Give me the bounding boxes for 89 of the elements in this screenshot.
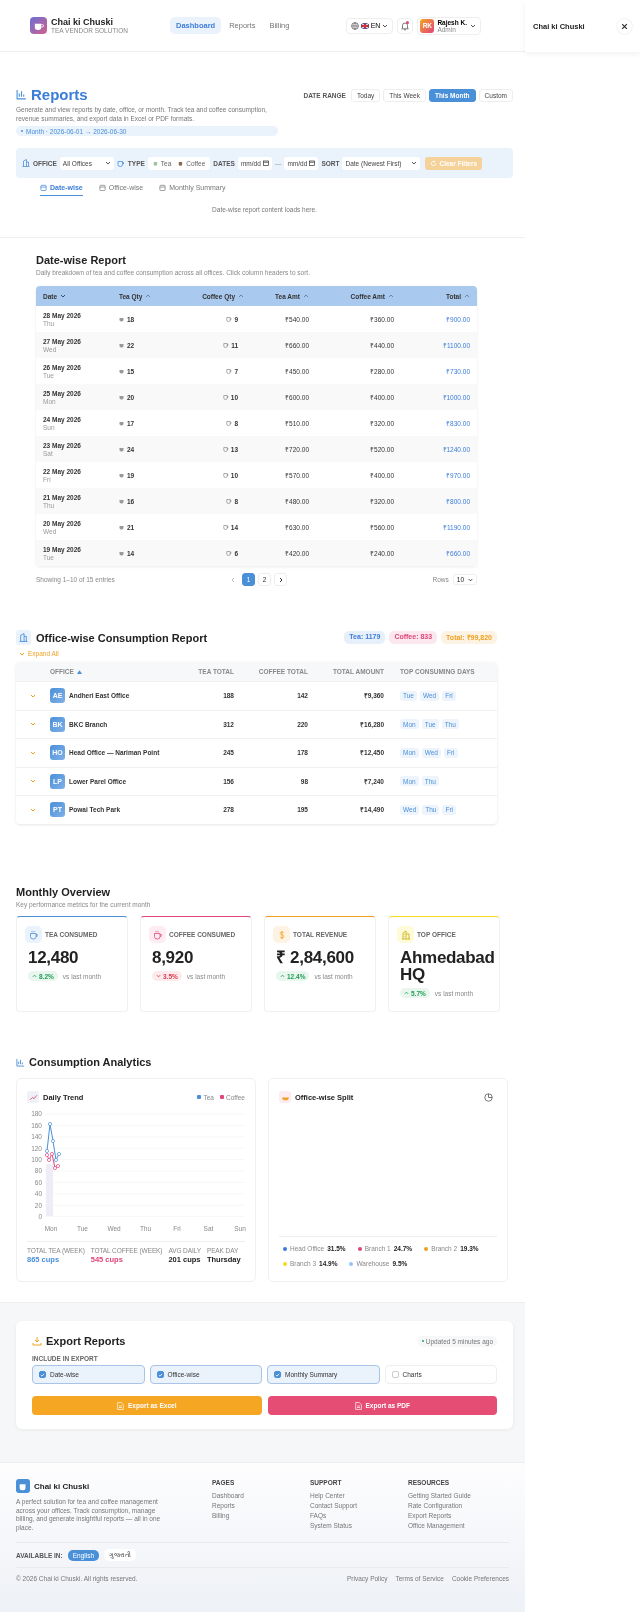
cup-icon <box>152 160 159 166</box>
expand-row-button[interactable] <box>30 693 36 698</box>
coffee-cup-icon <box>222 394 229 400</box>
chevron-down-icon <box>468 577 473 582</box>
brand-name: Chai ki Chuski <box>51 17 114 27</box>
tea-cup-icon <box>119 316 125 322</box>
expand-row-button[interactable] <box>30 750 36 755</box>
cup-icon <box>149 926 166 943</box>
chevron-down-icon <box>30 693 36 698</box>
calendar-icon <box>98 184 106 191</box>
coffee-cup-icon <box>226 368 233 374</box>
chevron-down-icon <box>30 722 36 727</box>
expand-row-button[interactable] <box>30 779 36 784</box>
cup-logo-icon <box>30 17 47 34</box>
tea-cup-icon <box>119 342 125 348</box>
cup-icon <box>25 926 42 943</box>
chevron-right-icon <box>278 576 283 583</box>
coffee-cup-icon <box>226 420 233 426</box>
arrow-up-icon <box>32 974 37 978</box>
expand-row-button[interactable] <box>30 722 36 727</box>
arrow-up-icon <box>280 974 285 978</box>
bar-chart-icon <box>16 89 27 100</box>
trend-chart-icon <box>27 1091 39 1103</box>
file-icon <box>354 1401 362 1410</box>
file-icon <box>117 1401 125 1410</box>
expand-row-button[interactable] <box>30 807 36 812</box>
cup-icon <box>178 160 185 166</box>
dollar-icon <box>273 926 290 943</box>
cup-logo-icon <box>16 1479 30 1493</box>
tea-cup-icon <box>119 524 125 530</box>
tea-cup-icon <box>119 394 125 400</box>
tea-cup-icon <box>119 498 125 504</box>
bowl-icon <box>279 1091 291 1103</box>
checkbox[interactable] <box>156 1371 164 1378</box>
bar-chart-icon <box>16 1057 25 1067</box>
chevron-down-icon <box>30 750 36 755</box>
close-button[interactable] <box>617 18 632 34</box>
cup-icon <box>116 159 125 167</box>
globe-icon <box>350 21 359 30</box>
section-title: Date-wise Report <box>36 254 127 266</box>
flag-icon <box>360 22 369 29</box>
coffee-cup-icon <box>226 316 233 322</box>
tea-cup-icon <box>119 550 125 556</box>
next-page-button[interactable] <box>274 573 287 586</box>
checkbox[interactable] <box>39 1371 46 1378</box>
chevron-down-icon <box>104 161 111 165</box>
chevron-down-icon <box>19 651 25 656</box>
bell-icon <box>400 20 411 31</box>
tea-cup-icon <box>119 472 125 478</box>
tea-cup-icon <box>119 446 125 452</box>
tea-cup-icon <box>119 368 125 374</box>
checkbox[interactable] <box>391 1371 399 1378</box>
metric-value: 12,480 <box>27 949 80 966</box>
building-icon <box>397 926 414 943</box>
arrow-down-icon <box>156 974 161 978</box>
calendar-icon <box>40 184 47 191</box>
metric-value: ₹ 2,84,600 <box>275 949 355 966</box>
chevron-down-icon <box>30 779 36 784</box>
building-icon <box>22 159 30 167</box>
chevron-down-icon <box>411 161 418 165</box>
coffee-cup-icon <box>226 550 233 556</box>
page-title: Reports <box>31 86 88 103</box>
calendar-icon <box>159 184 167 191</box>
chevron-down-icon <box>30 807 36 812</box>
notifications-button[interactable] <box>397 17 414 34</box>
pie-chart-icon <box>484 1092 493 1102</box>
metric-value: 8,920 <box>151 949 195 966</box>
checkbox[interactable] <box>274 1371 281 1378</box>
section-title: Consumption Analytics <box>29 1056 152 1068</box>
chevron-down-icon <box>470 23 476 28</box>
footer-brand-name: Chai ki Chuski <box>34 1481 90 1491</box>
tea-cup-icon <box>119 420 125 426</box>
chevron-down-icon <box>382 23 389 28</box>
calendar-icon <box>262 160 269 166</box>
calendar-icon <box>309 160 316 166</box>
arrow-up-icon <box>404 991 409 995</box>
building-icon <box>16 630 31 645</box>
chevron-left-icon <box>230 576 235 583</box>
download-icon <box>32 1336 42 1346</box>
section-title: Export Reports <box>46 1335 126 1347</box>
coffee-cup-icon <box>226 498 233 504</box>
refresh-icon <box>430 159 438 167</box>
coffee-cup-icon <box>222 524 229 530</box>
section-title: Office-wise Consumption Report <box>36 631 208 644</box>
coffee-cup-icon <box>222 472 229 478</box>
coffee-cup-icon <box>222 446 229 452</box>
section-title: Monthly Overview <box>16 886 112 898</box>
close-icon <box>621 22 628 30</box>
coffee-cup-icon <box>223 342 230 348</box>
